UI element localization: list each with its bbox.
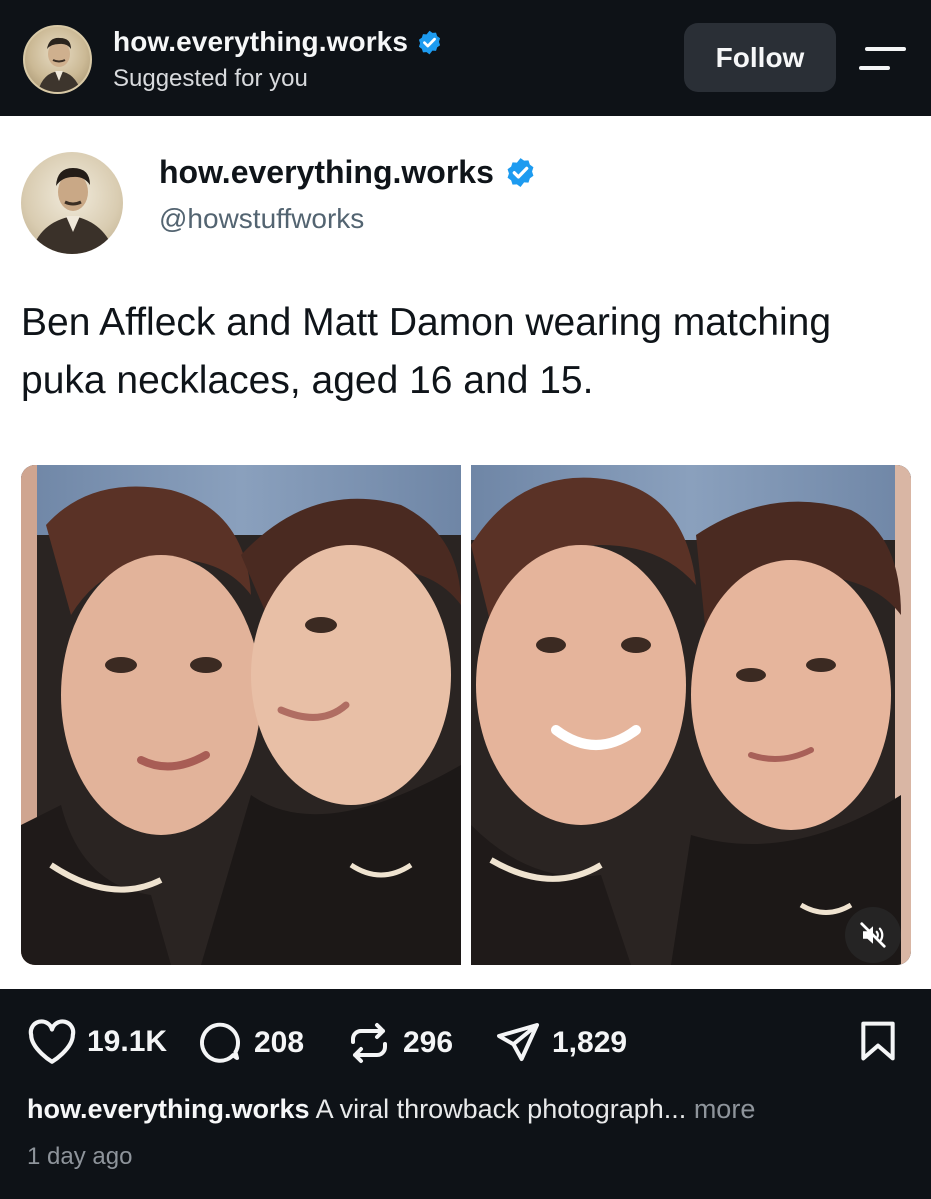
verified-badge-icon (507, 158, 534, 187)
tweet-handle[interactable]: @howstuffworks (159, 203, 364, 235)
tweet-display-name[interactable]: how.everything.works (159, 154, 494, 191)
photobooth-photo-left[interactable] (21, 465, 461, 965)
tweet-text: Ben Affleck and Matt Damon wearing match… (21, 301, 832, 402)
profile-avatar[interactable] (23, 25, 92, 94)
menu-icon[interactable] (858, 44, 906, 74)
bookmark-icon[interactable] (856, 1019, 900, 1063)
comment-bubble-icon (200, 1022, 241, 1063)
repost-action[interactable]: 296 (345, 1019, 453, 1067)
header-username[interactable]: how.everything.works (113, 26, 408, 58)
embedded-tweet-card[interactable]: how.everything.works @howstuffworks Ben … (0, 116, 931, 989)
repost-icon (351, 1023, 387, 1063)
post-caption: how.everything.works A viral throwback p… (27, 1094, 907, 1125)
caption-username[interactable]: how.everything.works (27, 1094, 310, 1124)
share-paper-plane-icon (497, 1023, 539, 1061)
comment-action[interactable]: 208 (196, 1019, 304, 1067)
like-action[interactable]: 19.1K (27, 1019, 167, 1065)
post-header: how.everything.works Suggested for you F… (0, 0, 931, 116)
follow-button[interactable]: Follow (684, 23, 836, 92)
post-timestamp: 1 day ago (27, 1143, 133, 1170)
caption-text: A viral throwback photograph... (309, 1094, 687, 1124)
muted-speaker-icon (860, 922, 886, 948)
like-count: 19.1K (87, 1025, 168, 1058)
tesla-portrait-avatar (31, 168, 115, 254)
post-actions-bar: 19.1K 208 296 1,829 how.everything.works… (0, 989, 931, 1199)
suggested-label: Suggested for you (113, 65, 308, 92)
comment-count: 208 (254, 1026, 305, 1059)
tweet-avatar[interactable] (21, 152, 123, 254)
photo-grid[interactable] (21, 465, 911, 965)
photobooth-image (471, 465, 911, 965)
photobooth-photo-right[interactable] (471, 465, 911, 965)
verified-badge-icon (418, 30, 441, 54)
share-count: 1,829 (552, 1026, 628, 1059)
mute-button[interactable] (845, 907, 901, 963)
share-action[interactable]: 1,829 (494, 1019, 627, 1067)
tesla-portrait-avatar (37, 37, 81, 92)
caption-more-link[interactable]: more (686, 1094, 756, 1124)
photobooth-image (21, 465, 461, 965)
repost-count: 296 (403, 1026, 454, 1059)
heart-icon (28, 1019, 76, 1064)
